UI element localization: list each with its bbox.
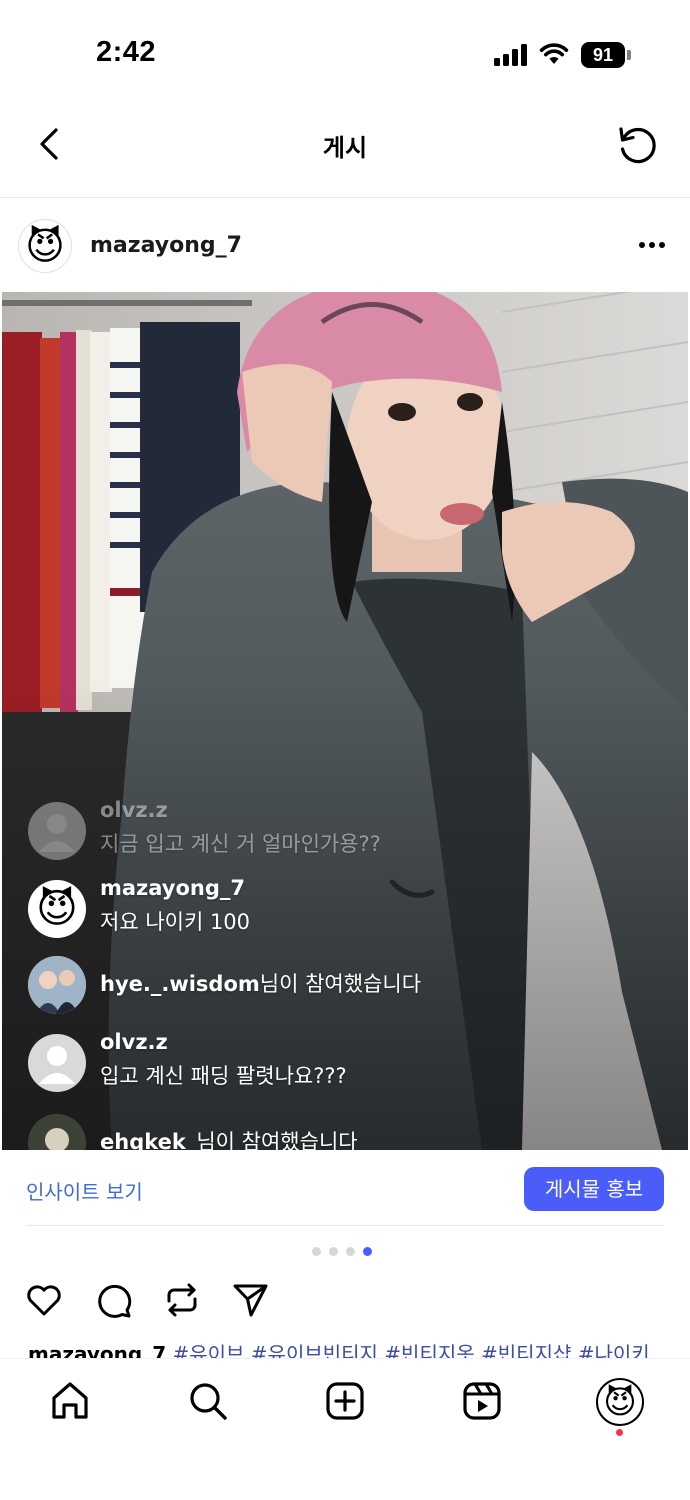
live-comment: 😈 mazayong_7 저요 나이키 100	[28, 876, 648, 942]
status-time: 2:42	[96, 36, 157, 68]
top-header: 게시	[0, 100, 690, 198]
live-join-notice: hye._.wisdom님이 참여했습니다	[28, 952, 648, 1018]
carousel-dot	[312, 1247, 321, 1256]
search-icon[interactable]	[186, 1379, 230, 1423]
comment-avatar: 😈	[28, 880, 86, 938]
wifi-icon	[539, 43, 569, 64]
more-horizontal-icon[interactable]	[632, 230, 672, 260]
user-photo-avatar	[28, 1114, 86, 1150]
battery-nub	[627, 50, 631, 60]
promote-post-button[interactable]: 게시물 홍보	[524, 1167, 664, 1211]
carousel-indicator	[312, 1247, 372, 1257]
join-username: ehqkek_	[100, 1130, 197, 1150]
comment-username: olvz.z	[100, 798, 168, 822]
join-text: ehqkek_님이 참여했습니다	[100, 1126, 358, 1150]
status-bar: 2:42 91	[0, 0, 690, 100]
comment-text: 입고 계신 패딩 팔렷나요???	[100, 1064, 347, 1088]
post-actions	[0, 1276, 690, 1324]
carousel-dot	[329, 1247, 338, 1256]
bottom-nav: 😈	[0, 1358, 690, 1500]
refresh-icon[interactable]	[614, 120, 662, 168]
comment-icon[interactable]	[94, 1280, 134, 1320]
live-join-notice: ehqkek_님이 참여했습니다	[28, 1110, 648, 1150]
home-icon[interactable]	[48, 1379, 92, 1423]
notification-dot	[616, 1429, 623, 1436]
user-photo-avatar	[28, 956, 86, 1014]
post-photo[interactable]: olvz.z 지금 입고 계신 거 얼마인가용?? 😈 mazayong_7 저…	[2, 292, 688, 1150]
heart-icon[interactable]	[24, 1280, 64, 1320]
post-caption: mazayong_7 #유이브 #유이브빈티지 #빈티지옷 #빈티지샵 #나이키	[28, 1340, 668, 1360]
comment-username: olvz.z	[100, 1030, 168, 1054]
comment-text: 지금 입고 계신 거 얼마인가용??	[100, 832, 381, 856]
join-text: hye._.wisdom님이 참여했습니다	[100, 968, 421, 998]
share-icon[interactable]	[230, 1280, 270, 1320]
view-insights-link[interactable]: 인사이트 보기	[26, 1176, 143, 1205]
divider	[26, 1225, 664, 1226]
repost-icon[interactable]	[162, 1280, 202, 1320]
reels-icon[interactable]	[460, 1379, 504, 1423]
comment-text: 저요 나이키 100	[100, 910, 251, 934]
join-suffix: 님이 참여했습니다	[196, 1130, 358, 1150]
page-title: 게시	[322, 134, 368, 162]
battery-indicator: 91	[581, 42, 625, 68]
carousel-dot-active	[363, 1247, 372, 1256]
live-comment: olvz.z 지금 입고 계신 거 얼마인가용??	[28, 798, 648, 864]
comment-username: mazayong_7	[100, 876, 246, 900]
post-header: 😈 mazayong_7	[0, 200, 690, 292]
default-avatar-icon	[28, 802, 86, 860]
insights-row: 인사이트 보기 게시물 홍보	[0, 1152, 690, 1226]
post-author-avatar[interactable]: 😈	[18, 219, 72, 273]
create-icon[interactable]	[323, 1379, 367, 1423]
live-comments: olvz.z 지금 입고 계신 거 얼마인가용?? 😈 mazayong_7 저…	[2, 292, 688, 1150]
live-comment: olvz.z 입고 계신 패딩 팔렷나요???	[28, 1030, 648, 1096]
carousel-dot	[346, 1247, 355, 1256]
default-avatar-icon	[28, 1034, 86, 1092]
join-suffix: 님이 참여했습니다	[259, 972, 422, 996]
profile-avatar[interactable]: 😈	[596, 1378, 644, 1426]
join-username: hye._.wisdom	[100, 972, 260, 996]
post-author-username[interactable]: mazayong_7	[90, 233, 242, 258]
cellular-signal-icon	[494, 44, 530, 66]
